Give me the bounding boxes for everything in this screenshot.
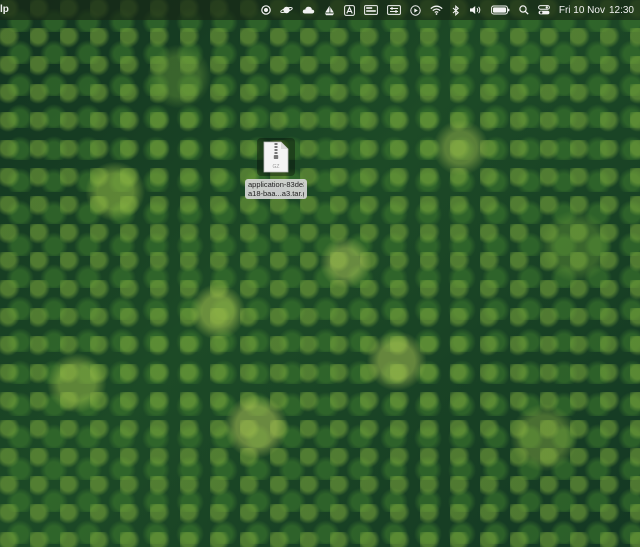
record-icon[interactable] — [261, 3, 271, 17]
app-name-menu[interactable]: lp — [0, 4, 9, 15]
volume-icon[interactable] — [469, 3, 482, 17]
file-name-line1: application-83de3 — [248, 180, 304, 189]
battery-icon[interactable] — [490, 3, 510, 17]
menu-bar: lp Fri 10 Nov 12:30 — [0, 0, 640, 20]
file-name-label[interactable]: application-83de3 a18-baa...a3.tar.gz — [245, 179, 307, 199]
desktop-file-item[interactable]: GZ application-83de3 a18-baa...a3.tar.gz — [240, 138, 312, 199]
display-icon[interactable] — [363, 3, 378, 17]
wifi-icon[interactable] — [430, 3, 443, 17]
file-type-badge: GZ — [273, 164, 280, 170]
sailboat-icon[interactable] — [324, 3, 335, 17]
menubar-time: 12:30 — [608, 4, 634, 16]
menubar-date: Fri 10 Nov — [558, 4, 605, 16]
status-items: Fri 10 Nov 12:30 — [261, 0, 634, 20]
clock[interactable]: Fri 10 Nov 12:30 — [559, 5, 634, 16]
toggles-icon[interactable] — [386, 3, 401, 17]
saturn-icon[interactable] — [280, 3, 293, 17]
cloud-icon[interactable] — [302, 3, 315, 17]
play-icon[interactable] — [410, 3, 421, 17]
search-icon[interactable] — [519, 3, 529, 17]
font-a-icon[interactable] — [343, 3, 355, 17]
bluetooth-icon[interactable] — [452, 3, 460, 17]
file-name-line2: a18-baa...a3.tar.gz — [248, 189, 304, 198]
control-center-icon[interactable] — [537, 3, 550, 17]
file-icon-selection[interactable]: GZ — [257, 138, 295, 176]
archive-file-icon: GZ — [263, 141, 289, 173]
